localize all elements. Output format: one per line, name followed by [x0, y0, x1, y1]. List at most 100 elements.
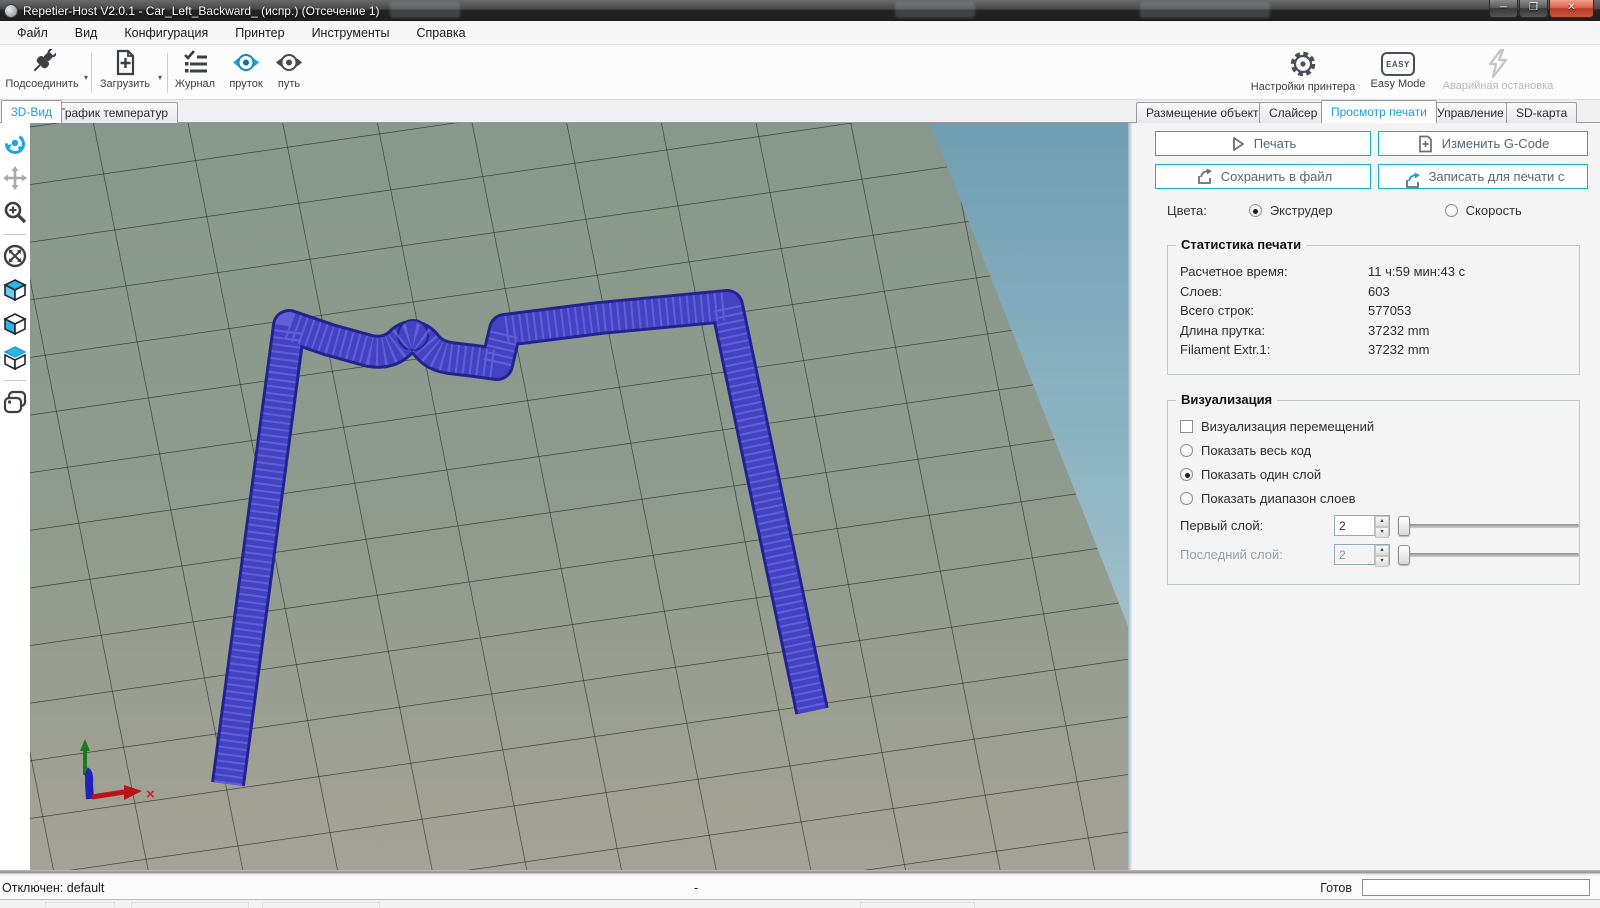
color-speed-label: Скорость [1466, 203, 1522, 218]
tab-print-preview[interactable]: Просмотр печати [1321, 100, 1437, 123]
color-extruder-label: Экструдер [1270, 203, 1333, 218]
first-layer-row: Первый слой: 2 ▲▼ [1180, 515, 1579, 536]
desktop-glow [895, 2, 975, 18]
edit-gcode-icon [1417, 135, 1434, 153]
maximize-button[interactable]: ❐ [1519, 0, 1548, 18]
slider-thumb[interactable] [1398, 545, 1410, 565]
stat-row-lines: Всего строк: 577053 [1168, 301, 1579, 321]
show-travel-checkbox-row: Визуализация перемещений [1180, 419, 1579, 434]
connect-button[interactable]: Подсоединить [6, 49, 78, 90]
log-list-icon [181, 49, 209, 76]
view-toolbar [0, 123, 30, 870]
show-all-code-radio[interactable] [1180, 444, 1193, 457]
minimize-button[interactable]: ─ [1489, 0, 1518, 18]
taskbar-fragment [262, 902, 380, 908]
gear-icon [1288, 49, 1318, 79]
show-travel-button[interactable]: путь [272, 49, 306, 90]
show-filament-button[interactable]: пруток [225, 49, 267, 90]
edit-gcode-button[interactable]: Изменить G-Code [1378, 131, 1588, 156]
stat-value: 37232 mm [1368, 321, 1429, 341]
taskbar-fragment [45, 902, 115, 908]
front-view-button[interactable] [2, 311, 28, 337]
toolbar-separator [4, 234, 26, 235]
tab-3d-view[interactable]: 3D-Вид [1, 100, 62, 123]
close-button[interactable]: ✕ [1549, 0, 1594, 18]
show-travel-checkbox[interactable] [1180, 420, 1193, 433]
show-single-layer-row: Показать один слой [1180, 467, 1579, 482]
fit-view-icon [3, 244, 27, 268]
menu-view[interactable]: Вид [65, 23, 108, 43]
move-icon [3, 166, 27, 190]
bottom-edge [0, 901, 1600, 908]
easy-mode-button[interactable]: EASY Easy Mode [1368, 49, 1428, 90]
menu-file[interactable]: Файл [7, 23, 58, 43]
load-dropdown-caret[interactable]: ▾ [158, 73, 162, 82]
app-icon [4, 4, 18, 18]
status-center: - [694, 881, 698, 895]
toolbar-separator [4, 380, 26, 381]
print-preview-panel: Печать Изменить G-Code Сохранить в файл [1132, 123, 1600, 870]
first-layer-spinbox[interactable]: 2 ▲▼ [1334, 515, 1390, 536]
tab-slicer[interactable]: Слайсер [1259, 102, 1327, 123]
isometric-view-button[interactable] [2, 277, 28, 303]
menu-bar: Файл Вид Конфигурация Принтер Инструмент… [0, 21, 1600, 45]
first-layer-label: Первый слой: [1180, 518, 1302, 533]
progress-bar [1362, 879, 1590, 896]
journal-button[interactable]: Журнал [172, 49, 218, 90]
save-to-file-button[interactable]: Сохранить в файл [1155, 164, 1371, 189]
colors-label: Цвета: [1167, 203, 1207, 218]
spin-up-icon: ▲ [1375, 545, 1389, 556]
tab-temp-graph[interactable]: График температур [49, 102, 178, 123]
iso-cube-icon [3, 278, 27, 302]
stat-value: 11 ч:59 мин:43 с [1368, 262, 1465, 282]
menu-help[interactable]: Справка [407, 23, 476, 43]
fit-view-button[interactable] [2, 243, 28, 269]
slider-track [1398, 553, 1579, 557]
printer-settings-button[interactable]: Настройки принтера [1247, 49, 1359, 93]
emergency-stop-button: Аварийная остановка [1438, 49, 1558, 92]
main-toolbar: Подсоединить ▾ Загрузить ▾ Журнал [0, 45, 1600, 100]
show-objects-button[interactable] [2, 389, 28, 415]
menu-tools[interactable]: Инструменты [302, 23, 400, 43]
taskbar-fragment [131, 902, 249, 908]
spin-buttons[interactable]: ▲▼ [1374, 516, 1389, 535]
load-button[interactable]: Загрузить [97, 49, 153, 90]
show-layer-range-radio[interactable] [1180, 492, 1193, 505]
move-view-button[interactable] [2, 165, 28, 191]
colors-row: Цвета: Экструдер Скорость [1167, 203, 1522, 218]
menu-config[interactable]: Конфигурация [114, 23, 218, 43]
statistics-title: Статистика печати [1176, 237, 1306, 252]
rotate-view-button[interactable] [2, 131, 28, 157]
zoom-view-button[interactable] [2, 199, 28, 225]
menu-printer[interactable]: Принтер [225, 23, 294, 43]
easy-mode-icon: EASY [1381, 52, 1415, 76]
spin-down-icon[interactable]: ▼ [1375, 527, 1389, 538]
show-single-layer-radio[interactable] [1180, 468, 1193, 481]
slider-thumb[interactable] [1398, 516, 1410, 536]
export-file-icon [1194, 168, 1213, 186]
write-sd-button[interactable]: Записать для печати с [1378, 164, 1588, 189]
color-extruder-radio[interactable] [1249, 204, 1262, 217]
window-title: Repetier-Host V2.0.1 - Car_Left_Backward… [23, 4, 380, 18]
print-button[interactable]: Печать [1155, 131, 1371, 156]
filament-eye-icon [231, 49, 261, 76]
first-layer-slider[interactable] [1398, 516, 1579, 536]
title-bar: Repetier-Host V2.0.1 - Car_Left_Backward… [0, 0, 1600, 21]
stat-row-filament-extr1: Filament Extr.1: 37232 mm [1168, 340, 1579, 360]
stat-value: 603 [1368, 282, 1390, 302]
ready-status: Готов [1320, 881, 1352, 895]
top-cube-icon [3, 346, 27, 370]
tab-control[interactable]: Управление [1427, 102, 1514, 123]
3d-viewport[interactable]: × [30, 123, 1128, 870]
desktop-glow [1140, 2, 1270, 18]
last-layer-slider[interactable] [1398, 545, 1579, 565]
connect-dropdown-caret[interactable]: ▾ [84, 73, 88, 82]
top-view-button[interactable] [2, 345, 28, 371]
spin-up-icon[interactable]: ▲ [1375, 516, 1389, 527]
color-speed-radio[interactable] [1445, 204, 1458, 217]
tab-sd-card[interactable]: SD-карта [1506, 102, 1577, 123]
stat-row-filament: Длина прутка: 37232 mm [1168, 321, 1579, 341]
visualization-title: Визуализация [1176, 392, 1277, 407]
stat-row-layers: Слоев: 603 [1168, 282, 1579, 302]
tab-object-placement[interactable]: Размещение объекта [1136, 102, 1275, 123]
